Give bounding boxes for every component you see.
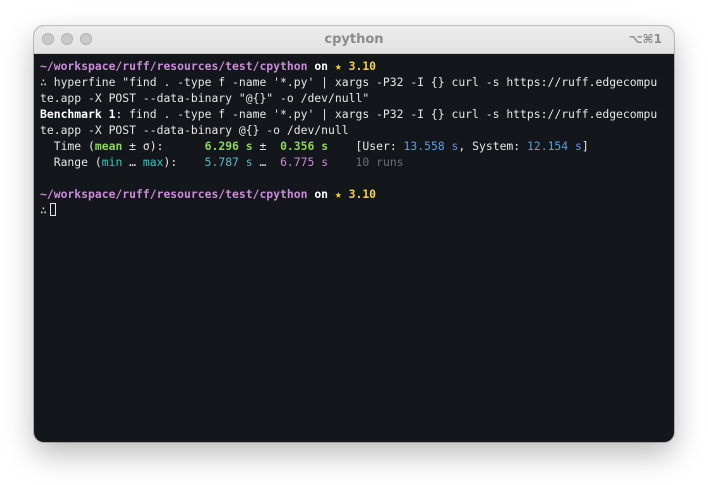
prompt-line: ~/workspace/ruff/resources/test/cpython … xyxy=(40,58,668,74)
range-gap-2 xyxy=(328,155,355,169)
user-open: [User: xyxy=(355,139,404,153)
plus-minus: ± xyxy=(252,139,281,153)
range-prefix: Range ( xyxy=(40,155,102,169)
range-line: Range (min … max): 5.787 s … 6.775 s 10 … xyxy=(40,154,668,170)
time-gap-2 xyxy=(328,139,355,153)
window-title: cpython xyxy=(324,32,384,47)
min-value: 5.787 s xyxy=(204,155,253,169)
benchmark-command-1: : find . -type f -name '*.py' | xargs -P… xyxy=(115,107,658,121)
window-shortcut: ⌥⌘1 xyxy=(628,32,662,46)
sigma-value: 0.356 s xyxy=(280,139,329,153)
max-value: 6.775 s xyxy=(280,155,329,169)
text-cursor[interactable] xyxy=(49,203,56,216)
sigma-label: ± σ): xyxy=(122,139,164,153)
terminal-window: cpython ⌥⌘1 ~/workspace/ruff/resources/t… xyxy=(34,26,674,442)
mean-value: 6.296 s xyxy=(204,139,253,153)
command-line-2: te.app -X POST --data-binary "@{}" -o /d… xyxy=(40,90,668,106)
prompt-on: on xyxy=(314,59,329,73)
range-between: … xyxy=(252,155,281,169)
prompt-symbol: ∴ xyxy=(40,75,47,89)
min-label: min xyxy=(101,155,123,169)
range-suffix: ): xyxy=(163,155,178,169)
user-value: 13.558 s xyxy=(403,139,459,153)
range-ellipsis: … xyxy=(122,155,143,169)
system-label: , System: xyxy=(458,139,527,153)
max-label: max xyxy=(142,155,164,169)
benchmark-command-2: te.app -X POST --data-binary @{} -o /dev… xyxy=(40,123,349,137)
time-line: Time (mean ± σ): 6.296 s ± 0.356 s [User… xyxy=(40,138,668,154)
system-value: 12.154 s xyxy=(527,139,582,153)
time-gap-1 xyxy=(163,139,204,153)
command-text-1: hyperfine "find . -type f -name '*.py' |… xyxy=(53,75,658,89)
terminal-output[interactable]: ~/workspace/ruff/resources/test/cpython … xyxy=(34,54,674,218)
prompt-on-2: on xyxy=(314,187,329,201)
prompt-path: ~/workspace/ruff/resources/test/cpython xyxy=(40,59,308,73)
stat-close: ] xyxy=(581,139,589,153)
benchmark-line-1: Benchmark 1: find . -type f -name '*.py'… xyxy=(40,106,668,122)
mean-label: mean xyxy=(94,139,123,153)
benchmark-line-2: te.app -X POST --data-binary @{} -o /dev… xyxy=(40,122,668,138)
input-line: ∴ xyxy=(40,202,668,218)
python-version: ★ 3.10 xyxy=(334,59,377,73)
benchmark-label: Benchmark 1 xyxy=(40,107,116,121)
prompt-line-2: ~/workspace/ruff/resources/test/cpython … xyxy=(40,186,668,202)
prompt-path-2: ~/workspace/ruff/resources/test/cpython xyxy=(40,187,308,201)
runs-count: 10 runs xyxy=(355,155,404,169)
time-prefix: Time ( xyxy=(40,139,95,153)
title-bar[interactable]: cpython ⌥⌘1 xyxy=(34,26,674,54)
command-text-2: te.app -X POST --data-binary "@{}" -o /d… xyxy=(40,91,370,105)
range-gap-1 xyxy=(177,155,204,169)
prompt-symbol-2: ∴ xyxy=(40,203,47,217)
command-line-1: ∴ hyperfine "find . -type f -name '*.py'… xyxy=(40,74,668,90)
python-version-2: ★ 3.10 xyxy=(334,187,377,201)
